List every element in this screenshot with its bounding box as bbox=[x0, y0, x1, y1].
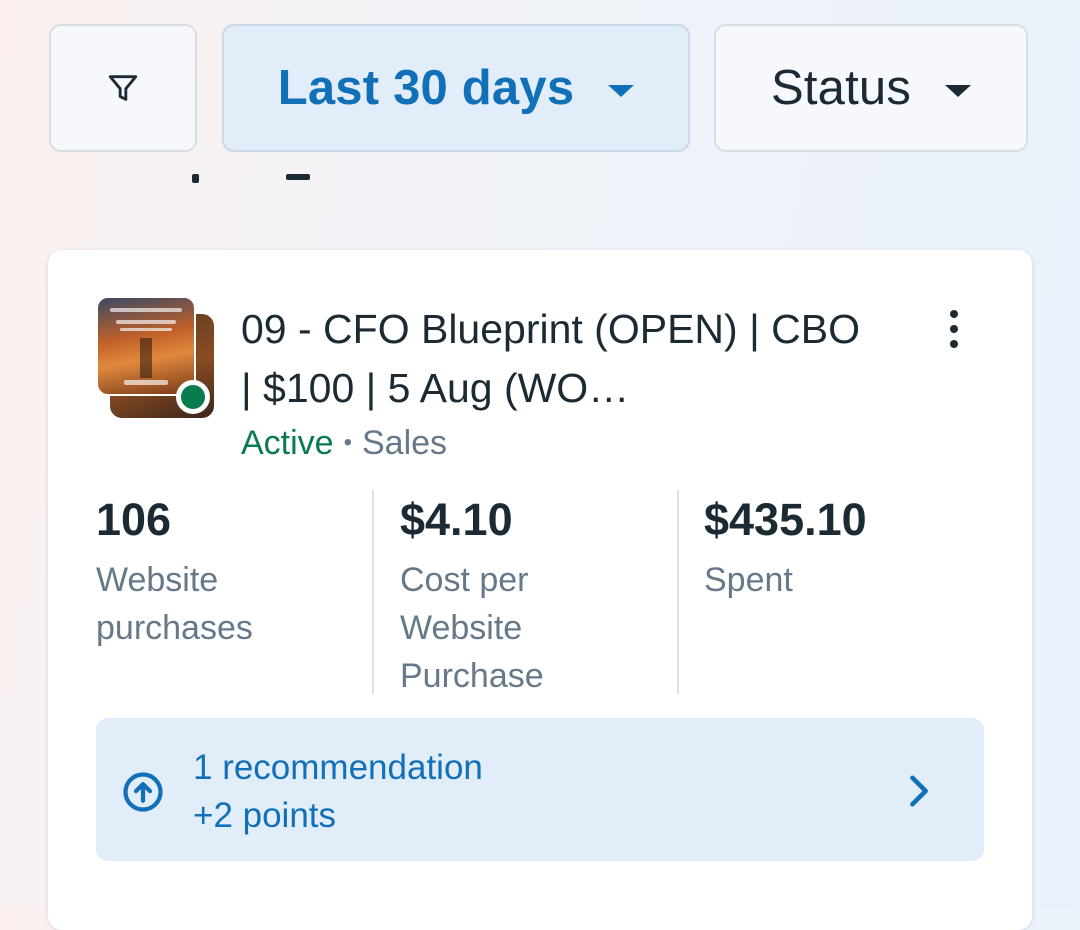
ad-creative-thumbnail bbox=[96, 296, 218, 418]
thumbnail-image bbox=[96, 296, 196, 396]
status-dropdown[interactable]: Status bbox=[714, 24, 1028, 152]
filter-funnel-icon bbox=[108, 75, 138, 101]
metric-spent: $435.10 Spent bbox=[704, 490, 974, 604]
chevron-right-icon bbox=[910, 775, 928, 807]
more-vertical-icon[interactable] bbox=[936, 306, 972, 352]
caret-down-icon bbox=[945, 85, 972, 97]
metric-label: Website purchases bbox=[96, 561, 253, 647]
metric-value: $435.10 bbox=[704, 494, 867, 545]
status-separator: • bbox=[343, 429, 352, 456]
clipped-heading bbox=[190, 174, 320, 186]
active-status-dot bbox=[176, 380, 210, 414]
recommendation-points: +2 points bbox=[193, 796, 337, 835]
recommendation-banner[interactable]: 1 recommendation +2 points bbox=[96, 718, 984, 861]
date-range-label: Last 30 days bbox=[277, 61, 575, 115]
metric-label: Cost per Website Purchase bbox=[400, 561, 544, 695]
metric-value: 106 bbox=[96, 494, 172, 545]
metric-value: $4.10 bbox=[400, 494, 513, 545]
metric-label: Spent bbox=[704, 561, 793, 599]
campaign-card[interactable]: 09 - CFO Blueprint (OPEN) | CBO | $100 |… bbox=[48, 250, 1032, 930]
date-range-dropdown[interactable]: Last 30 days bbox=[222, 24, 690, 152]
arrow-up-circle-icon bbox=[123, 772, 163, 812]
campaign-name[interactable]: 09 - CFO Blueprint (OPEN) | CBO | $100 |… bbox=[241, 300, 881, 418]
objective-text: Sales bbox=[362, 424, 448, 462]
metric-website-purchases: 106 Website purchases bbox=[96, 490, 366, 652]
recommendation-title: 1 recommendation bbox=[193, 748, 483, 787]
campaign-status-line: Active • Sales bbox=[241, 422, 447, 464]
metric-cost-per-purchase: $4.10 Cost per Website Purchase bbox=[400, 490, 670, 700]
filter-bar: Last 30 days Status bbox=[49, 24, 1028, 154]
status-label: Status bbox=[770, 61, 912, 115]
caret-down-icon bbox=[608, 85, 635, 97]
metric-divider bbox=[372, 490, 374, 694]
metric-divider bbox=[677, 490, 679, 694]
status-text: Active bbox=[241, 424, 334, 462]
filter-button[interactable] bbox=[49, 24, 197, 152]
